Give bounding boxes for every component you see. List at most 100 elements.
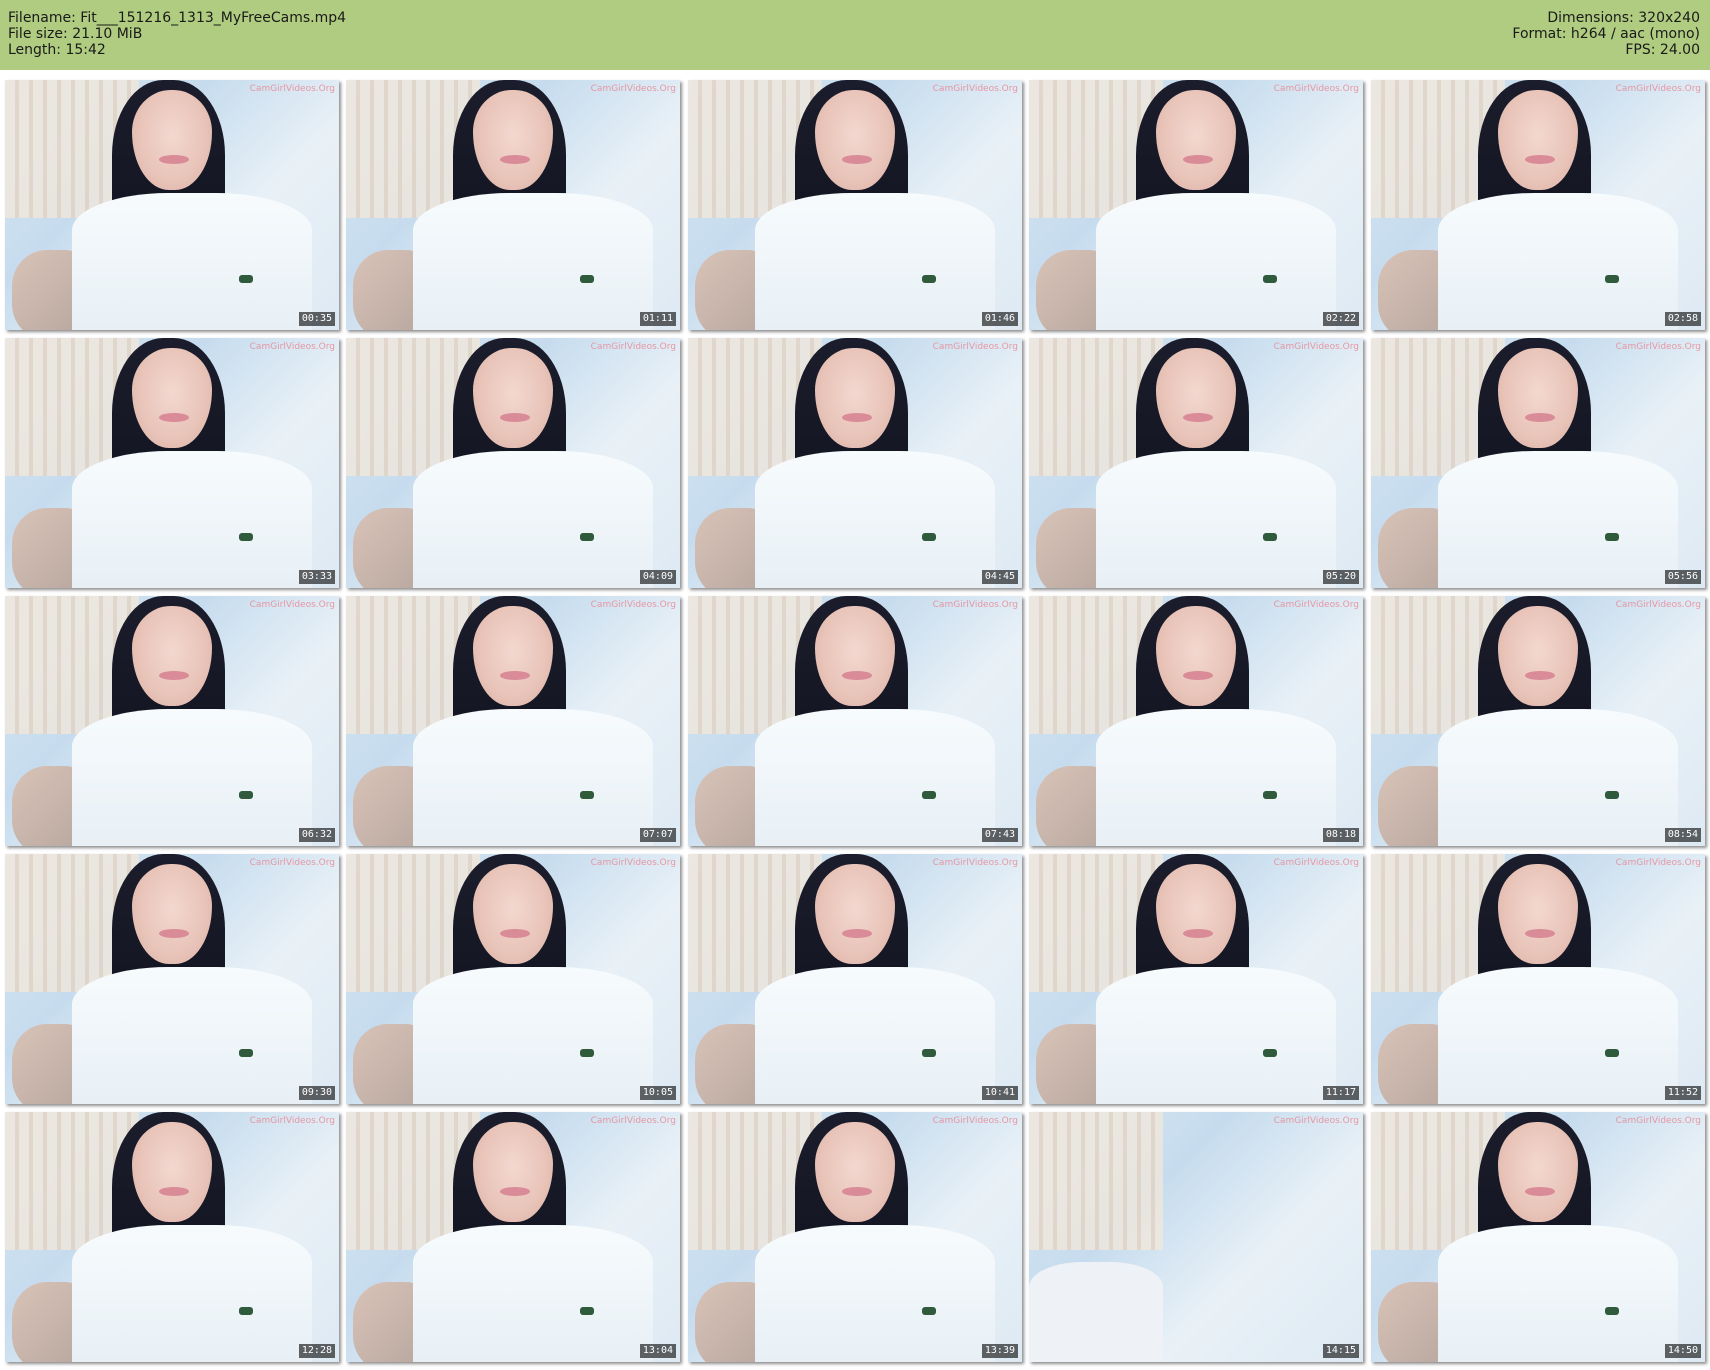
shirt-logo-icon — [579, 533, 594, 541]
video-thumbnail[interactable]: CamGirlVideos.Org 00:35 — [5, 80, 339, 330]
video-thumbnail[interactable]: CamGirlVideos.Org 10:05 — [346, 854, 680, 1104]
timestamp-label: 14:15 — [1322, 1344, 1359, 1358]
video-thumbnail[interactable]: CamGirlVideos.Org 12:28 — [5, 1112, 339, 1362]
lips-shape — [499, 1187, 530, 1196]
shirt-shape — [754, 192, 996, 330]
thumbnail-image — [688, 596, 1022, 846]
shirt-logo-icon — [921, 275, 936, 283]
shirt-logo-icon — [1262, 1049, 1277, 1057]
watermark-label: CamGirlVideos.Org — [249, 1116, 335, 1126]
video-thumbnail[interactable]: CamGirlVideos.Org 05:56 — [1371, 338, 1705, 588]
lips-shape — [1182, 155, 1213, 164]
thumbnail-image — [346, 854, 680, 1104]
video-thumbnail[interactable]: CamGirlVideos.Org 10:41 — [688, 854, 1022, 1104]
shirt-shape — [754, 1224, 996, 1362]
video-thumbnail[interactable]: CamGirlVideos.Org 06:32 — [5, 596, 339, 846]
timestamp-label: 04:09 — [639, 570, 676, 584]
shirt-logo-icon — [1604, 1049, 1619, 1057]
timestamp-label: 14:50 — [1664, 1344, 1701, 1358]
watermark-label: CamGirlVideos.Org — [590, 84, 676, 94]
shirt-shape — [754, 708, 996, 846]
shirt-logo-icon — [921, 1307, 936, 1315]
shirt-shape — [1437, 450, 1679, 588]
shirt-logo-icon — [1604, 1307, 1619, 1315]
video-thumbnail[interactable]: CamGirlVideos.Org 13:39 — [688, 1112, 1022, 1362]
thumbnail-image — [346, 80, 680, 330]
filename-label: Filename: Fit___151216_1313_MyFreeCams.m… — [8, 10, 347, 26]
video-thumbnail[interactable]: CamGirlVideos.Org 02:22 — [1029, 80, 1363, 330]
video-thumbnail[interactable]: CamGirlVideos.Org 01:11 — [346, 80, 680, 330]
shirt-shape — [412, 966, 654, 1104]
format-label: Format: h264 / aac (mono) — [1512, 26, 1700, 42]
video-thumbnail[interactable]: CamGirlVideos.Org 03:33 — [5, 338, 339, 588]
video-thumbnail[interactable]: CamGirlVideos.Org 14:50 — [1371, 1112, 1705, 1362]
video-thumbnail[interactable]: CamGirlVideos.Org 04:09 — [346, 338, 680, 588]
video-thumbnail[interactable]: CamGirlVideos.Org 01:46 — [688, 80, 1022, 330]
timestamp-label: 11:17 — [1322, 1086, 1359, 1100]
watermark-label: CamGirlVideos.Org — [590, 1116, 676, 1126]
lips-shape — [841, 671, 872, 680]
timestamp-label: 07:07 — [639, 828, 676, 842]
thumbnail-image — [1371, 80, 1705, 330]
thumbnail-image — [1371, 854, 1705, 1104]
thumbnail-grid: CamGirlVideos.Org 00:35 CamGirlVideos.Org 0… — [5, 80, 1705, 1364]
thumbnail-image — [688, 854, 1022, 1104]
timestamp-label: 01:46 — [981, 312, 1018, 326]
lips-shape — [1524, 155, 1555, 164]
lips-shape — [158, 413, 189, 422]
watermark-label: CamGirlVideos.Org — [1273, 342, 1359, 352]
shirt-shape — [412, 192, 654, 330]
timestamp-label: 05:20 — [1322, 570, 1359, 584]
lips-shape — [841, 929, 872, 938]
fps-label: FPS: 24.00 — [1625, 42, 1700, 58]
timestamp-label: 08:18 — [1322, 828, 1359, 842]
timestamp-label: 07:43 — [981, 828, 1018, 842]
video-thumbnail[interactable]: CamGirlVideos.Org 09:30 — [5, 854, 339, 1104]
shirt-logo-icon — [238, 533, 253, 541]
shirt-logo-icon — [238, 1307, 253, 1315]
lips-shape — [1182, 413, 1213, 422]
thumbnail-image — [1029, 80, 1363, 330]
watermark-label: CamGirlVideos.Org — [1273, 84, 1359, 94]
video-thumbnail[interactable]: CamGirlVideos.Org 13:04 — [346, 1112, 680, 1362]
shirt-logo-icon — [579, 275, 594, 283]
watermark-label: CamGirlVideos.Org — [932, 858, 1018, 868]
lips-shape — [158, 671, 189, 680]
timestamp-label: 03:33 — [298, 570, 335, 584]
lips-shape — [1524, 413, 1555, 422]
video-thumbnail[interactable]: CamGirlVideos.Org 11:52 — [1371, 854, 1705, 1104]
watermark-label: CamGirlVideos.Org — [590, 858, 676, 868]
video-thumbnail[interactable]: CamGirlVideos.Org 08:54 — [1371, 596, 1705, 846]
video-thumbnail[interactable]: CamGirlVideos.Org 11:17 — [1029, 854, 1363, 1104]
shirt-logo-icon — [921, 533, 936, 541]
timestamp-label: 10:05 — [639, 1086, 676, 1100]
shirt-logo-icon — [1604, 791, 1619, 799]
thumbnail-image — [5, 854, 339, 1104]
watermark-label: CamGirlVideos.Org — [1273, 600, 1359, 610]
video-thumbnail[interactable]: CamGirlVideos.Org 14:15 — [1029, 1112, 1363, 1362]
video-thumbnail[interactable]: CamGirlVideos.Org 07:07 — [346, 596, 680, 846]
thumbnail-image — [1029, 338, 1363, 588]
watermark-label: CamGirlVideos.Org — [932, 84, 1018, 94]
header-left: Filename: Fit___151216_1313_MyFreeCams.m… — [8, 10, 346, 58]
shirt-logo-icon — [1604, 533, 1619, 541]
timestamp-label: 11:52 — [1664, 1086, 1701, 1100]
thumbnail-image — [5, 80, 339, 330]
thumbnail-image — [5, 596, 339, 846]
video-thumbnail[interactable]: CamGirlVideos.Org 02:58 — [1371, 80, 1705, 330]
video-thumbnail[interactable]: CamGirlVideos.Org 04:45 — [688, 338, 1022, 588]
thumbnail-image — [688, 80, 1022, 330]
thumbnail-image — [1371, 596, 1705, 846]
video-thumbnail[interactable]: CamGirlVideos.Org 07:43 — [688, 596, 1022, 846]
video-thumbnail[interactable]: CamGirlVideos.Org 05:20 — [1029, 338, 1363, 588]
watermark-label: CamGirlVideos.Org — [249, 342, 335, 352]
shirt-shape — [1029, 1262, 1163, 1362]
shirt-shape — [754, 966, 996, 1104]
shirt-shape — [1437, 1224, 1679, 1362]
timestamp-label: 04:45 — [981, 570, 1018, 584]
video-thumbnail[interactable]: CamGirlVideos.Org 08:18 — [1029, 596, 1363, 846]
shirt-shape — [71, 192, 313, 330]
watermark-label: CamGirlVideos.Org — [249, 84, 335, 94]
shirt-logo-icon — [1262, 791, 1277, 799]
shirt-logo-icon — [238, 791, 253, 799]
